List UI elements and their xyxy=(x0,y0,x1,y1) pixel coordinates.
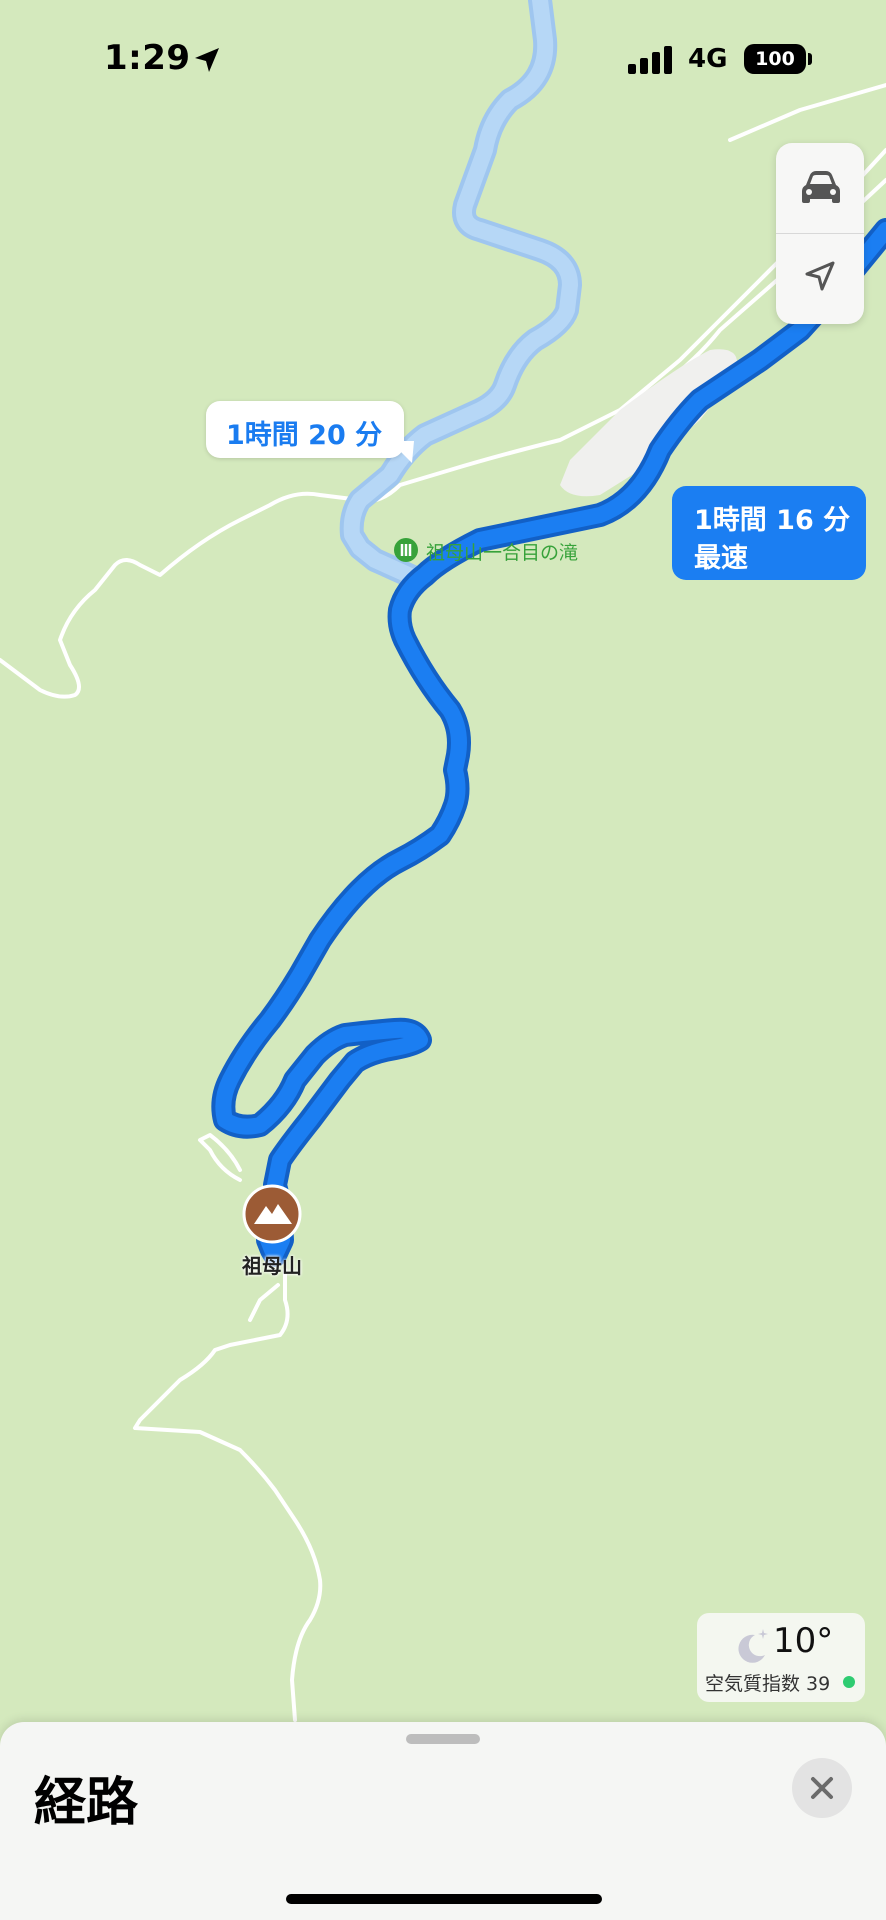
route-alternate-time-bubble[interactable]: 1時間 20 分 xyxy=(206,401,414,463)
map-controls xyxy=(776,143,864,324)
route-main-time-bubble[interactable]: 1時間 16 分 最速 xyxy=(672,486,866,580)
close-button[interactable] xyxy=(792,1758,852,1818)
destination-pin[interactable] xyxy=(242,1184,302,1244)
controls-divider xyxy=(776,233,864,234)
directions-sheet[interactable]: 経路 xyxy=(0,1722,886,1920)
cellular-signal-icon xyxy=(628,46,672,74)
battery-level: 100 xyxy=(755,48,795,70)
battery-icon: 100 xyxy=(744,44,806,74)
air-quality-index: 空気質指数 39 xyxy=(705,1673,831,1695)
network-type: 4G xyxy=(688,44,728,74)
route-main-time: 1時間 16 分 xyxy=(694,505,851,536)
weather-widget[interactable]: 10° 空気質指数 39 xyxy=(697,1613,865,1702)
sheet-title: 経路 xyxy=(34,1773,139,1833)
location-arrow-icon[interactable] xyxy=(803,259,837,293)
status-bar: 1:29 4G 100 xyxy=(0,0,886,120)
temperature: 10° xyxy=(773,1621,834,1661)
poi-label[interactable]: 祖母山一合目の滝 xyxy=(426,538,578,565)
sheet-grabber[interactable] xyxy=(406,1734,480,1744)
car-icon[interactable] xyxy=(798,167,844,209)
aqi-status-dot xyxy=(843,1676,855,1688)
close-icon xyxy=(811,1777,833,1799)
status-time: 1:29 xyxy=(104,38,191,78)
route-main-tag: 最速 xyxy=(694,543,748,574)
moon-stars-icon xyxy=(738,1629,768,1663)
bubble-tail xyxy=(390,441,414,463)
waterfall-poi-icon[interactable] xyxy=(394,538,418,562)
destination-label[interactable]: 祖母山 xyxy=(242,1250,302,1279)
battery-tip xyxy=(808,53,812,65)
route-alternate-time: 1時間 20 分 xyxy=(226,420,383,451)
home-indicator[interactable] xyxy=(286,1894,602,1904)
location-services-icon xyxy=(195,48,219,72)
